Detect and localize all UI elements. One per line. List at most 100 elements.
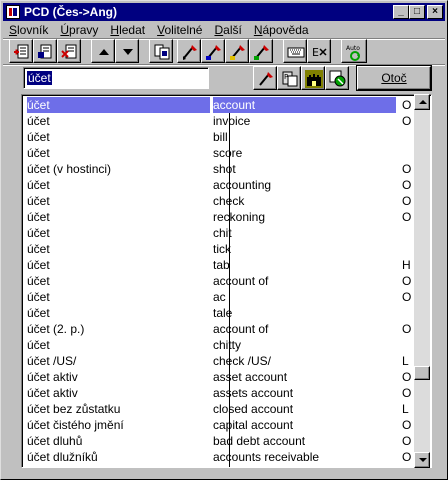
list-item[interactable]: účet check O [24, 193, 431, 209]
czech-term: účet [27, 194, 50, 208]
english-translation: check /US/ [213, 354, 272, 368]
list-item[interactable]: účet /US/check /US/L [24, 353, 431, 369]
keyboard-icon [287, 47, 305, 58]
english-translation: check [213, 194, 245, 208]
clipboard-icon: P [282, 71, 298, 87]
swap-direction-label: Otoč [381, 71, 407, 85]
brush-yellow-icon [230, 45, 245, 60]
menu-bar: Slovník Úpravy Hledat Volitelné Další Ná… [3, 21, 445, 39]
scroll-thumb[interactable] [414, 366, 430, 380]
maximize-button[interactable]: □ [409, 5, 425, 19]
list-item[interactable]: účet (v hostinci) shot O [24, 161, 431, 177]
paste-button[interactable]: P [277, 66, 301, 90]
document-delete-icon [61, 44, 77, 59]
brush-blue-icon [206, 45, 221, 60]
list-item[interactable]: účet chitty [24, 337, 431, 353]
toolbar: E Auto [5, 39, 445, 65]
list-item[interactable]: účet accounting O [24, 177, 431, 193]
english-translation: invoice [213, 114, 251, 128]
list-item[interactable]: účet aktiv asset account O [24, 369, 431, 385]
app-icon[interactable] [6, 5, 20, 19]
list-item[interactable]: účet chit [24, 225, 431, 241]
new-dictionary-button[interactable] [9, 39, 33, 63]
brush-red-icon [183, 45, 197, 60]
results-list[interactable]: účet account Oúčet invoice Oúčet bill účet scor… [21, 94, 432, 468]
list-item[interactable]: účet account O [24, 97, 431, 113]
brush-button-2[interactable] [201, 39, 225, 63]
globe-button[interactable] [325, 66, 349, 90]
list-item[interactable]: účet tab H [24, 257, 431, 273]
auto-label: Auto [346, 45, 360, 52]
castle-button[interactable] [301, 66, 325, 90]
menu-slovnik[interactable]: Slovník [3, 23, 54, 37]
list-item[interactable]: účet (2. p.) account of O [24, 321, 431, 337]
english-translation: bill [213, 130, 228, 144]
scroll-up-icon [419, 100, 427, 104]
svg-text:P: P [284, 73, 288, 81]
list-item[interactable]: účet invoice O [24, 113, 431, 129]
delete-entry-button[interactable] [57, 39, 81, 63]
list-item[interactable]: účet score [24, 145, 431, 161]
brush-button-4[interactable] [249, 39, 273, 63]
close-button[interactable]: × [427, 5, 443, 19]
czech-term: účet čistého jmění [27, 418, 124, 432]
english-translation: capital account [213, 418, 294, 432]
list-item[interactable]: účet aktiv assets account O [24, 385, 431, 401]
vertical-scrollbar[interactable] [414, 94, 430, 468]
menu-upravy[interactable]: Úpravy [54, 23, 104, 37]
czech-term: účet (v hostinci) [27, 162, 112, 176]
brush-button-1[interactable] [177, 39, 201, 63]
english-translation: tab [213, 258, 230, 272]
menu-napoveda[interactable]: Nápověda [248, 23, 315, 37]
auto-refresh-icon: Auto [346, 45, 360, 61]
scroll-up-button[interactable] [414, 94, 430, 110]
list-item[interactable]: účet dluhů bad debt account O [24, 433, 431, 449]
list-item[interactable]: účet account of O [24, 273, 431, 289]
next-button[interactable] [115, 39, 139, 63]
english-translation: asset account [213, 370, 288, 384]
dictionary-switch-button[interactable] [149, 39, 173, 63]
english-translation: accounts receivable [213, 450, 320, 464]
czech-term: účet bez zůstatku [27, 402, 121, 416]
czech-term: účet aktiv [27, 386, 78, 400]
list-item[interactable]: účet dlužníků accounts receivable O [24, 449, 431, 465]
app-window: PCD (Čes->Ang) _ □ × Slovník Úpravy Hled… [0, 0, 448, 480]
scroll-down-button[interactable] [414, 452, 430, 468]
list-item[interactable]: účet bill [24, 129, 431, 145]
edit-entry-button[interactable] [33, 39, 57, 63]
brush-button-search[interactable] [253, 66, 277, 90]
english-translation: tale [213, 306, 233, 320]
text-export-icon: E [312, 46, 327, 59]
export-button[interactable]: E [307, 39, 331, 63]
swap-direction-button[interactable]: Otoč [357, 66, 431, 90]
english-translation: account of [213, 274, 269, 288]
list-item[interactable]: účet reckoning O [24, 209, 431, 225]
english-translation: ac [213, 290, 226, 304]
czech-term: účet [27, 226, 50, 240]
castle-icon [305, 70, 323, 88]
list-item[interactable]: účet bez zůstatku closed account L [24, 401, 431, 417]
menu-dalsi[interactable]: Další [208, 23, 247, 37]
czech-term: účet [27, 306, 50, 320]
keyboard-button[interactable] [283, 39, 307, 63]
search-input[interactable]: účet [23, 67, 209, 89]
arrow-down-icon [123, 49, 133, 55]
list-item[interactable]: účet tale [24, 305, 431, 321]
list-item[interactable]: účet ac O [24, 289, 431, 305]
dictionary-icon [154, 44, 170, 60]
title-bar[interactable]: PCD (Čes->Ang) _ □ × [3, 3, 445, 21]
list-item[interactable]: účet čistého jmění capital account O [24, 417, 431, 433]
menu-hledat[interactable]: Hledat [104, 23, 151, 37]
window-title: PCD (Čes->Ang) [24, 5, 118, 19]
search-input-value: účet [27, 71, 52, 85]
list-item[interactable]: účet tick [24, 241, 431, 257]
scroll-down-icon [419, 458, 427, 462]
auto-button[interactable]: Auto [341, 39, 367, 63]
brush-button-3[interactable] [225, 39, 249, 63]
previous-button[interactable] [91, 39, 115, 63]
czech-term: účet [27, 258, 50, 272]
minimize-button[interactable]: _ [393, 5, 409, 19]
menu-volitelne[interactable]: Volitelné [151, 23, 208, 37]
english-translation: chitty [213, 338, 242, 352]
czech-term: účet [27, 242, 50, 256]
